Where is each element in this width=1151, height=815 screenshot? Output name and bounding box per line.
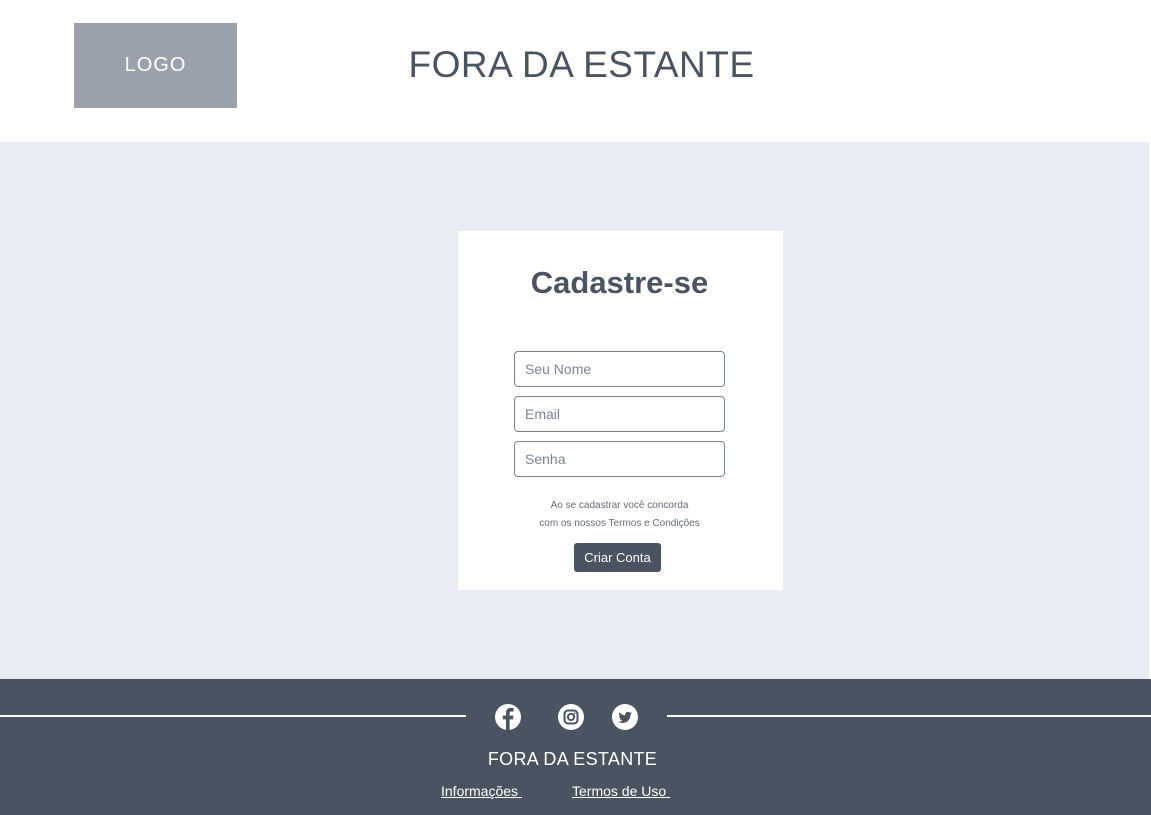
email-field[interactable] — [514, 396, 725, 432]
name-field[interactable] — [514, 351, 725, 387]
signup-card: Cadastre-se Ao se cadastrar você concord… — [458, 231, 783, 590]
twitter-icon — [612, 704, 638, 730]
instagram-link[interactable] — [557, 703, 585, 731]
twitter-link[interactable] — [611, 703, 639, 731]
terms-notice: Ao se cadastrar você concorda com os nos… — [458, 497, 781, 533]
terms-line-2: com os nossos Termos e Condições — [539, 518, 700, 529]
terms-line-1: Ao se cadastrar você concorda — [550, 500, 689, 511]
create-account-button[interactable]: Criar Conta — [574, 543, 661, 572]
footer-link-info[interactable]: Informações — [441, 783, 522, 799]
facebook-icon — [495, 704, 521, 730]
password-field[interactable] — [514, 441, 725, 477]
site-header: LOGO FORA DA ESTANTE — [0, 0, 1151, 142]
page: LOGO FORA DA ESTANTE Cadastre-se Ao se c… — [0, 0, 1151, 815]
signup-title: Cadastre-se — [530, 265, 709, 300]
site-footer: FORA DA ESTANTE Informações Termos de Us… — [0, 679, 1151, 815]
footer-divider-left — [0, 715, 466, 717]
facebook-link[interactable] — [494, 703, 522, 731]
footer-site-title: FORA DA ESTANTE — [487, 749, 658, 769]
main-content: Cadastre-se Ao se cadastrar você concord… — [0, 142, 1151, 679]
site-title: FORA DA ESTANTE — [408, 44, 755, 85]
instagram-icon — [558, 704, 584, 730]
footer-link-terms[interactable]: Termos de Uso — [572, 783, 670, 799]
footer-divider-right — [667, 715, 1151, 717]
